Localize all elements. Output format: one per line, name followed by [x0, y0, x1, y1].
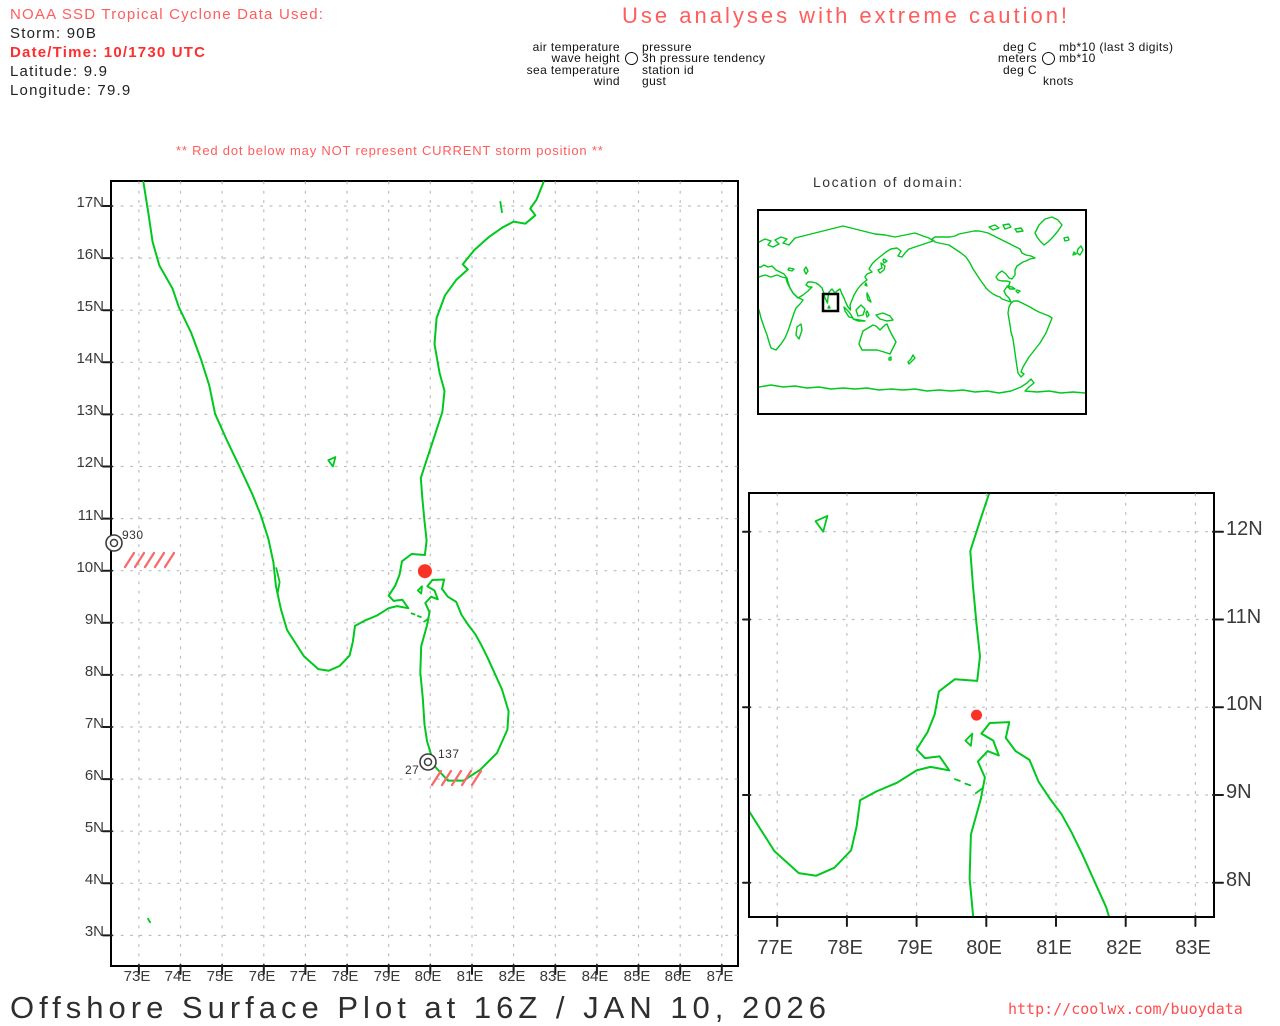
lon-tick-label: 81E	[450, 968, 490, 985]
station-id-label: 930	[122, 528, 144, 542]
lat-tick-label: 15N	[60, 298, 104, 315]
lat-tick-label: 4N	[60, 871, 104, 888]
storm-position-dot-zoom	[971, 710, 982, 721]
station-pressure-label: 137	[438, 747, 460, 761]
zoom-lon-tick-label: 82E	[1099, 937, 1149, 960]
legend-unit-knots: knots	[1043, 74, 1074, 88]
lat-tick-label: 12N	[60, 454, 104, 471]
zoom-lat-tick-label: 12N	[1226, 518, 1280, 541]
lon-tick-label: 85E	[617, 968, 657, 985]
world-inset-title: Location of domain:	[813, 174, 964, 190]
lon-tick-label: 76E	[242, 968, 282, 985]
station-legend-labels: air temperature pressure wave height 3h …	[512, 41, 765, 87]
zoom-lon-tick-label: 81E	[1029, 937, 1079, 960]
noaa-source-line: NOAA SSD Tropical Cyclone Data Used:	[10, 5, 324, 24]
zoom-lon-tick-label: 78E	[820, 937, 870, 960]
station-plot-930: 930	[106, 528, 144, 551]
lat-tick-label: 16N	[60, 246, 104, 263]
storm-id: Storm: 90B	[10, 24, 324, 43]
zoom-lon-tick-label: 77E	[750, 937, 800, 960]
station-legend-units: deg C mb*10 (last 3 digits) meters mb*10…	[940, 41, 1173, 87]
lat-tick-label: 3N	[60, 923, 104, 940]
legend-gust: gust	[642, 74, 666, 88]
main-map: 930 137 27	[110, 180, 739, 967]
lon-tick-label: 78E	[325, 968, 365, 985]
legend-wind: wind	[512, 74, 620, 88]
storm-datetime: Date/Time: 10/1730 UTC	[10, 43, 324, 62]
zoom-lon-tick-label: 80E	[959, 937, 1009, 960]
station-circle-icon	[625, 52, 638, 65]
storm-longitude: Longitude: 79.9	[10, 81, 324, 100]
world-inset-map	[757, 209, 1087, 415]
lat-tick-label: 14N	[60, 350, 104, 367]
station-sea-temp-label: 27	[405, 763, 419, 777]
lat-tick-label: 11N	[60, 507, 104, 524]
lat-tick-label: 8N	[60, 663, 104, 680]
storm-info-block: NOAA SSD Tropical Cyclone Data Used: Sto…	[10, 5, 324, 100]
page-title: Offshore Surface Plot at 16Z / JAN 10, 2…	[10, 990, 831, 1026]
lat-tick-label: 10N	[60, 559, 104, 576]
lat-tick-label: 6N	[60, 767, 104, 784]
lon-tick-label: 80E	[408, 968, 448, 985]
lon-tick-label: 74E	[158, 968, 198, 985]
storm-latitude: Latitude: 9.9	[10, 62, 324, 81]
zoom-lat-tick-label: 11N	[1226, 606, 1280, 629]
lat-tick-label: 13N	[60, 402, 104, 419]
legend-unit-degc-sea: deg C	[940, 63, 1037, 77]
zoom-lon-tick-label: 83E	[1168, 937, 1218, 960]
zoom-lat-tick-label: 8N	[1226, 869, 1280, 892]
zoom-lon-tick-label: 79E	[890, 937, 940, 960]
source-url-link[interactable]: http://coolwx.com/buoydata	[1008, 1000, 1243, 1018]
lon-tick-label: 79E	[367, 968, 407, 985]
world-map-canvas	[759, 211, 1085, 413]
lon-tick-label: 77E	[283, 968, 323, 985]
caution-banner: Use analyses with extreme caution!	[622, 3, 1070, 29]
lat-tick-label: 7N	[60, 715, 104, 732]
lon-tick-label: 86E	[658, 968, 698, 985]
lon-tick-label: 73E	[117, 968, 157, 985]
legend-unit-mb10: mb*10	[1059, 51, 1096, 65]
lon-tick-label: 83E	[533, 968, 573, 985]
lon-tick-label: 87E	[700, 968, 740, 985]
zoom-inset-map	[748, 492, 1215, 918]
lat-tick-label: 9N	[60, 611, 104, 628]
zoom-lat-tick-label: 9N	[1226, 781, 1280, 804]
storm-position-note: ** Red dot below may NOT represent CURRE…	[176, 143, 604, 158]
lon-tick-label: 75E	[200, 968, 240, 985]
storm-position-dot	[418, 564, 432, 578]
zoom-map-canvas	[750, 494, 1213, 916]
zoom-lat-tick-label: 10N	[1226, 693, 1280, 716]
main-map-canvas: 930 137 27	[112, 182, 737, 965]
lat-tick-label: 5N	[60, 819, 104, 836]
station-circle-icon	[1042, 52, 1055, 65]
lon-tick-label: 82E	[492, 968, 532, 985]
lat-tick-label: 17N	[60, 194, 104, 211]
lon-tick-label: 84E	[575, 968, 615, 985]
